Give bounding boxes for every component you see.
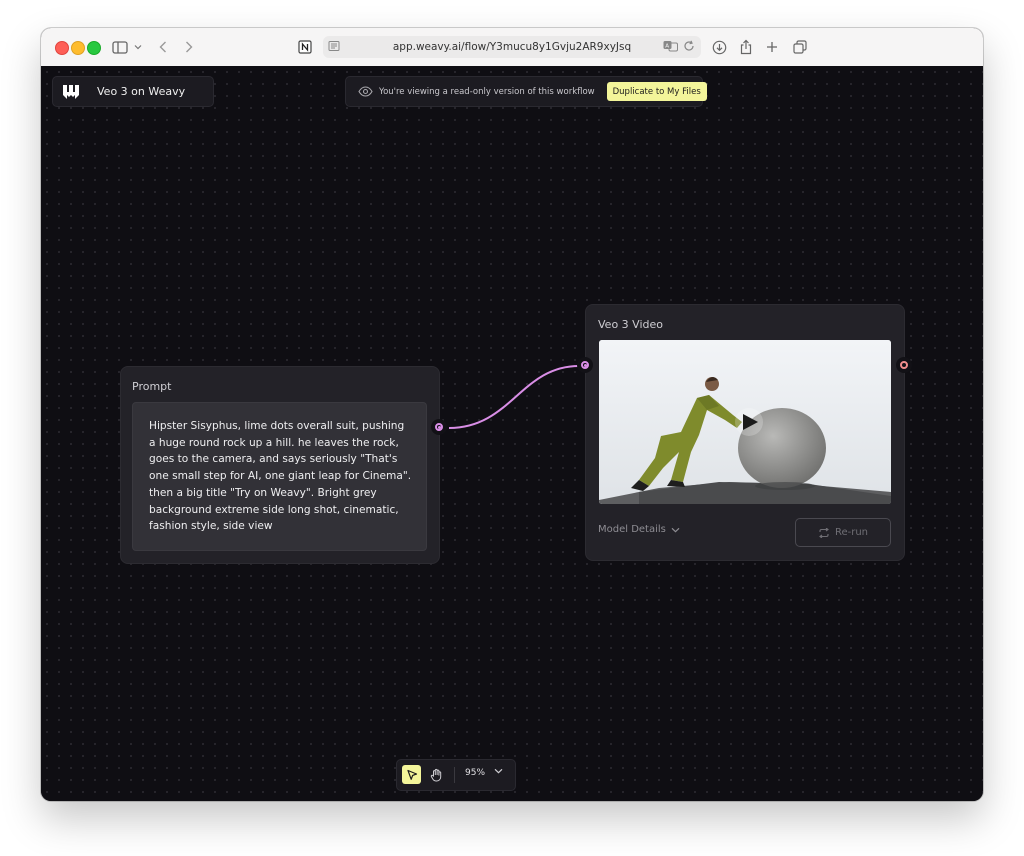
eye-icon	[358, 84, 373, 100]
repeat-icon	[819, 527, 829, 538]
forward-icon[interactable]	[183, 37, 195, 57]
close-window-button[interactable]	[55, 41, 69, 55]
chevron-down-icon	[494, 768, 503, 774]
share-icon[interactable]	[738, 37, 754, 57]
weavy-logo-icon	[62, 83, 80, 101]
cursor-icon	[406, 769, 417, 780]
prompt-output-port[interactable]	[431, 419, 447, 435]
video-input-port[interactable]	[577, 357, 593, 373]
rerun-label: Re-run	[834, 527, 869, 538]
readonly-banner: You're viewing a read-only version of th…	[345, 76, 707, 107]
address-bar[interactable]: app.weavy.ai/flow/Y3mucu8y1Gvju2AR9xyJsq…	[323, 36, 701, 58]
rerun-button[interactable]: Re-run	[795, 518, 891, 547]
new-tab-icon[interactable]	[765, 37, 779, 57]
select-tool-button[interactable]	[402, 765, 421, 784]
toolbar-divider	[454, 767, 455, 783]
prompt-node[interactable]: Prompt Hipster Sisyphus, lime dots overa…	[120, 366, 440, 564]
hand-icon	[430, 768, 442, 781]
chevron-down-icon	[671, 527, 680, 533]
zoom-window-button[interactable]	[87, 41, 101, 55]
workflow-canvas[interactable]: Veo 3 on Weavy You're viewing a read-onl…	[41, 66, 983, 801]
video-output-port[interactable]	[896, 357, 912, 373]
hand-tool-button[interactable]	[427, 765, 446, 784]
duplicate-button[interactable]: Duplicate to My Files	[606, 82, 707, 101]
chevron-down-icon[interactable]	[133, 37, 143, 57]
video-preview[interactable]	[599, 340, 891, 504]
sidebar-icon[interactable]	[111, 37, 129, 57]
reader-icon[interactable]	[328, 40, 340, 55]
readonly-notice: You're viewing a read-only version of th…	[379, 86, 595, 97]
download-icon[interactable]	[711, 37, 727, 57]
model-details-label: Model Details	[598, 524, 666, 535]
video-node-title: Veo 3 Video	[598, 318, 663, 331]
tabs-icon[interactable]	[792, 37, 808, 57]
notion-icon[interactable]	[297, 37, 313, 57]
translate-icon[interactable]: A	[663, 40, 679, 55]
workflow-title: Veo 3 on Weavy	[97, 85, 186, 98]
model-details-toggle[interactable]: Model Details	[598, 524, 680, 535]
prompt-text[interactable]: Hipster Sisyphus, lime dots overall suit…	[132, 402, 427, 551]
prompt-node-title: Prompt	[132, 380, 172, 393]
zoom-level: 95%	[465, 768, 486, 778]
back-icon[interactable]	[157, 37, 169, 57]
zoom-dropdown[interactable]	[494, 768, 503, 774]
workflow-header: Veo 3 on Weavy	[52, 76, 214, 107]
minimize-window-button[interactable]	[71, 41, 85, 55]
svg-text:A: A	[665, 43, 669, 49]
canvas-toolbar: 95%	[396, 759, 516, 791]
browser-toolbar: app.weavy.ai/flow/Y3mucu8y1Gvju2AR9xyJsq…	[41, 28, 983, 67]
browser-window: app.weavy.ai/flow/Y3mucu8y1Gvju2AR9xyJsq…	[41, 28, 983, 801]
reload-icon[interactable]	[683, 40, 695, 55]
url-text: app.weavy.ai/flow/Y3mucu8y1Gvju2AR9xyJsq	[392, 41, 632, 53]
veo-video-node[interactable]: Veo 3 Video Model Details Re-run	[585, 304, 905, 561]
